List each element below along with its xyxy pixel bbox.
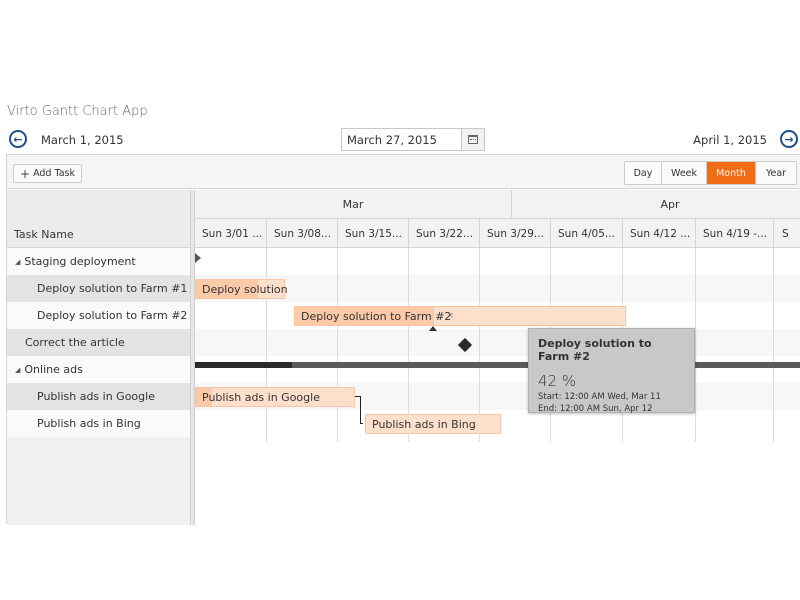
- task-bar-farm1[interactable]: Deploy solution: [195, 279, 288, 299]
- view-year-button[interactable]: Year: [756, 162, 796, 184]
- timeline-body: Deploy solution Deploy solution to Farm …: [195, 248, 800, 525]
- week-divider: [695, 248, 696, 442]
- add-task-label: Add Task: [33, 168, 75, 179]
- week-divider: [337, 248, 338, 442]
- week-header-row: Sun 3/01 ... Sun 3/08... Sun 3/15... Sun…: [195, 219, 800, 248]
- week-divider: [408, 248, 409, 442]
- task-bar-label: Deploy solution: [202, 282, 288, 296]
- summary-start-marker: [195, 253, 201, 263]
- gantt-timeline: Mar Apr Sun 3/01 ... Sun 3/08... Sun 3/1…: [195, 190, 800, 525]
- tooltip-end: End: 12:00 AM Sun, Apr 12: [538, 404, 653, 414]
- task-name: Publish ads in Google: [37, 390, 155, 403]
- tooltip-title: Deploy solution to Farm #2: [538, 337, 652, 363]
- collapse-caret-icon[interactable]: ◢: [15, 258, 20, 266]
- timeline-row: [195, 356, 800, 383]
- timeline-row: [195, 329, 800, 356]
- date-picker[interactable]: [341, 128, 485, 151]
- grid-header: Task Name: [7, 190, 190, 248]
- summary-bar-online-ads[interactable]: [195, 362, 800, 368]
- timeline-row: [195, 248, 800, 275]
- month-header-cell: Mar: [195, 190, 512, 219]
- view-week-button[interactable]: Week: [662, 162, 707, 184]
- summary-progress: [195, 362, 292, 368]
- task-row[interactable]: Publish ads in Bing: [7, 410, 190, 437]
- task-bar-google[interactable]: Publish ads in Google: [195, 387, 355, 407]
- dependency-link: [360, 396, 361, 423]
- task-row[interactable]: Deploy solution to Farm #2: [7, 302, 190, 329]
- week-header-cell: Sun 4/05...: [551, 219, 623, 248]
- task-row[interactable]: Deploy solution to Farm #1: [7, 275, 190, 302]
- dependency-link: [360, 423, 363, 424]
- week-header-cell: Sun 4/12 ...: [623, 219, 696, 248]
- task-bar-farm2[interactable]: Deploy solution to Farm #2 ×: [294, 306, 626, 326]
- view-month-button[interactable]: Month: [707, 162, 756, 184]
- collapse-caret-icon[interactable]: ◢: [15, 366, 20, 374]
- plus-icon: +: [20, 166, 31, 181]
- view-day-button[interactable]: Day: [625, 162, 662, 184]
- week-header-cell: Sun 4/19 -...: [696, 219, 774, 248]
- date-navigation: ← March 1, 2015 April 1, 2015 →: [0, 128, 800, 152]
- task-name: Correct the article: [25, 336, 125, 349]
- tooltip-start: Start: 12:00 AM Wed, Mar 11: [538, 392, 661, 402]
- task-row[interactable]: Publish ads in Google: [7, 383, 190, 410]
- week-header-cell: Sun 3/15...: [338, 219, 409, 248]
- task-bar-bing[interactable]: Publish ads in Bing: [365, 414, 501, 434]
- task-name: Staging deployment: [24, 255, 136, 268]
- column-header-task-name[interactable]: Task Name: [14, 228, 74, 241]
- calendar-button[interactable]: [461, 129, 484, 150]
- start-date-label: March 1, 2015: [41, 133, 124, 147]
- task-bar-label: Publish ads in Google: [202, 390, 320, 404]
- week-header-cell: Sun 3/22...: [409, 219, 480, 248]
- week-divider: [266, 248, 267, 442]
- calendar-icon: [468, 135, 478, 144]
- task-bar-label: Publish ads in Bing: [372, 417, 476, 431]
- tooltip-percent: 42 %: [538, 372, 577, 390]
- view-switcher: Day Week Month Year: [624, 161, 797, 185]
- task-row[interactable]: Correct the article: [7, 329, 190, 356]
- month-header-row: Mar Apr: [195, 190, 800, 219]
- task-grid: Task Name ◢ Staging deployment Deploy so…: [7, 190, 190, 525]
- arrow-right-circle-icon[interactable]: →: [780, 130, 798, 148]
- task-name: Online ads: [24, 363, 83, 376]
- close-icon[interactable]: ×: [446, 311, 454, 321]
- task-bar-label: Deploy solution to Farm #2: [301, 309, 452, 323]
- week-header-cell: Sun 3/08...: [267, 219, 338, 248]
- week-divider: [479, 248, 480, 442]
- end-date-label: April 1, 2015: [693, 133, 767, 147]
- task-name: Deploy solution to Farm #2: [37, 309, 188, 322]
- month-header-cell: Apr: [512, 190, 800, 219]
- week-divider: [773, 248, 774, 442]
- date-input[interactable]: [342, 129, 462, 151]
- add-task-button[interactable]: + Add Task: [13, 164, 82, 183]
- task-name: Publish ads in Bing: [37, 417, 141, 430]
- week-header-cell: Sun 3/29...: [480, 219, 551, 248]
- gantt-toolbar: + Add Task Day Week Month Year: [7, 155, 800, 189]
- week-header-cell: S: [774, 219, 800, 248]
- task-name: Deploy solution to Farm #1: [37, 282, 188, 295]
- task-row[interactable]: ◢ Online ads: [7, 356, 190, 383]
- progress-drag-handle[interactable]: [429, 326, 437, 331]
- task-row[interactable]: ◢ Staging deployment: [7, 248, 190, 275]
- task-tooltip: Deploy solution to Farm #2 42 % Start: 1…: [528, 328, 695, 414]
- arrow-left-circle-icon[interactable]: ←: [9, 130, 27, 148]
- week-header-cell: Sun 3/01 ...: [195, 219, 267, 248]
- app-title: Virto Gantt Chart App: [7, 104, 148, 119]
